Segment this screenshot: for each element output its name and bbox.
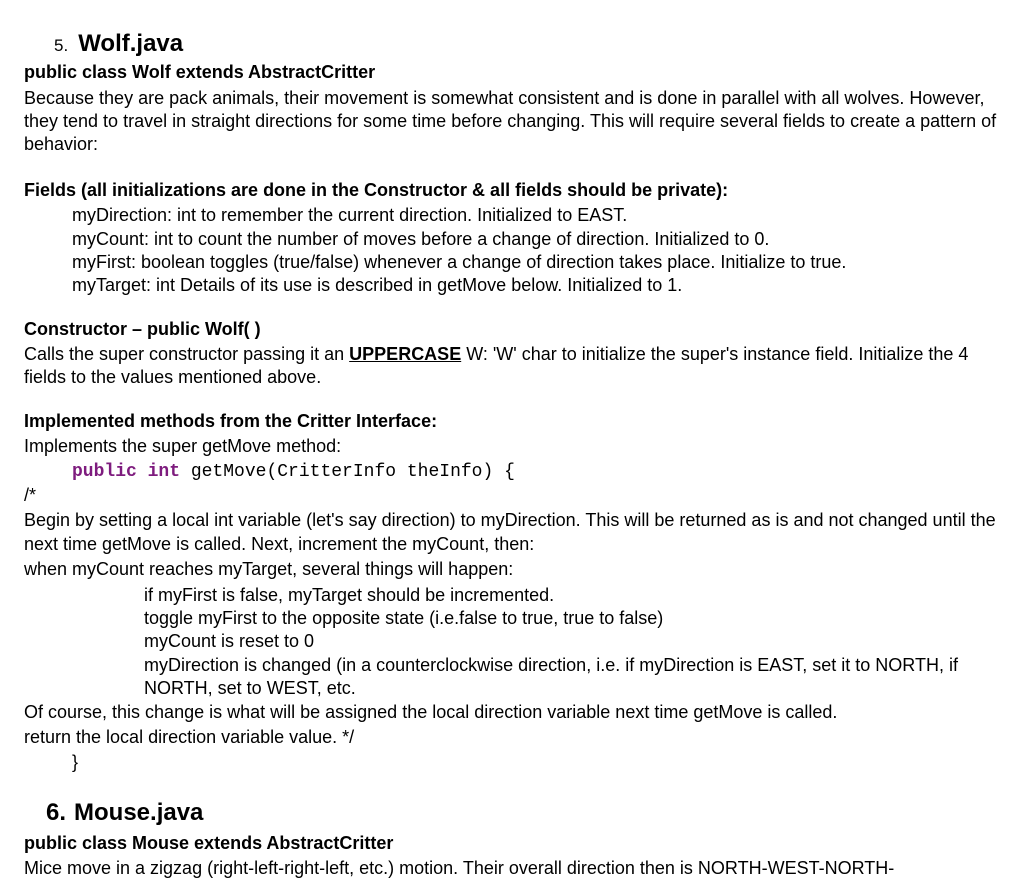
wolf-body-1: Begin by setting a local int variable (l…	[24, 509, 1000, 556]
wolf-impl-header: Implemented methods from the Critter Int…	[24, 410, 1000, 433]
wolf-field-myCount: myCount: int to count the number of move…	[72, 228, 1000, 251]
wolf-logic-1: if myFirst is false, myTarget should be …	[144, 584, 1000, 607]
wolf-constructor-header: Constructor – public Wolf( )	[24, 318, 1000, 341]
section-6-header: 6. Mouse.java	[46, 797, 1000, 828]
wolf-field-myFirst: myFirst: boolean toggles (true/false) wh…	[72, 251, 1000, 274]
wolf-field-myTarget: myTarget: int Details of its use is desc…	[72, 274, 1000, 297]
wolf-body-4: return the local direction variable valu…	[24, 726, 1000, 749]
wolf-body-3: Of course, this change is what will be a…	[24, 701, 1000, 724]
wolf-field-myDirection: myDirection: int to remember the current…	[72, 204, 1000, 227]
wolf-fields-header: Fields (all initializations are done in …	[24, 179, 1000, 202]
wolf-logic-4: myDirection is changed (in a countercloc…	[144, 654, 1000, 701]
mouse-class-declaration: public class Mouse extends AbstractCritt…	[24, 832, 1000, 855]
wolf-class-declaration: public class Wolf extends AbstractCritte…	[24, 61, 1000, 84]
wolf-logic-2: toggle myFirst to the opposite state (i.…	[144, 607, 1000, 630]
wolf-intro-paragraph: Because they are pack animals, their mov…	[24, 87, 1000, 157]
wolf-logic-3: myCount is reset to 0	[144, 630, 1000, 653]
section-6-number: 6.	[46, 797, 66, 828]
mouse-intro-paragraph: Mice move in a zigzag (right-left-right-…	[24, 857, 1000, 880]
wolf-impl-line: Implements the super getMove method:	[24, 435, 1000, 458]
uppercase-emphasis: UPPERCASE	[349, 344, 461, 364]
section-6-title: Mouse.java	[74, 797, 203, 828]
wolf-comment-open: /*	[24, 484, 1000, 507]
wolf-constructor-desc: Calls the super constructor passing it a…	[24, 343, 1000, 390]
section-5-number: 5.	[54, 35, 68, 57]
wolf-body-2: when myCount reaches myTarget, several t…	[24, 558, 1000, 581]
wolf-close-brace: }	[72, 751, 1000, 774]
section-5-header: 5. Wolf.java	[54, 28, 1000, 59]
wolf-getmove-signature: public int getMove(CritterInfo theInfo) …	[72, 461, 1000, 484]
section-5-title: Wolf.java	[78, 28, 183, 59]
